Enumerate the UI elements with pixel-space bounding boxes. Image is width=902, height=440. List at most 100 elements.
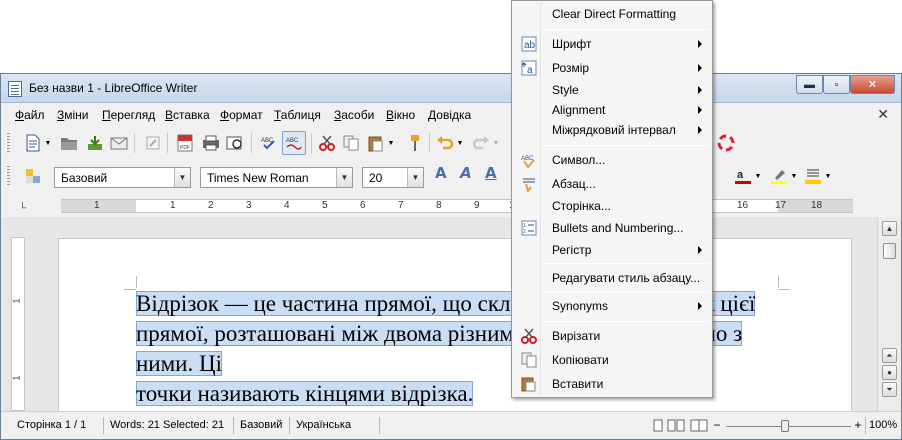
- scrollbar-thumb[interactable]: [883, 243, 896, 259]
- background-color-dropdown-icon[interactable]: ▼: [823, 166, 833, 186]
- highlighting-icon[interactable]: [769, 166, 789, 186]
- document-page[interactable]: Відрізок — це частина прямої, що складає…: [59, 239, 851, 419]
- scroll-up-icon[interactable]: ▲: [882, 221, 897, 236]
- next-page-icon[interactable]: ⏷: [882, 382, 897, 397]
- italic-icon[interactable]: A: [460, 164, 472, 182]
- redo-dropdown-icon[interactable]: ▼: [491, 133, 501, 153]
- help-lifebuoy-icon[interactable]: [716, 133, 736, 153]
- maximize-button[interactable]: ▫: [823, 75, 850, 94]
- menu-item-character[interactable]: ABC Символ...: [514, 149, 710, 171]
- submenu-arrow-icon: [698, 106, 702, 114]
- horizontal-ruler: └ 1 1 2 3 4 5 6 7 8 9 10 11 12 13 14 15 …: [1, 195, 901, 217]
- multi-page-view-icon[interactable]: [666, 417, 686, 433]
- menu-item-clear-direct-formatting[interactable]: Clear Direct Formatting: [514, 3, 710, 25]
- menu-insert[interactable]: Вставка: [165, 108, 210, 122]
- copy-icon[interactable]: [341, 133, 361, 153]
- page-style[interactable]: Базовий: [234, 417, 290, 434]
- menu-table[interactable]: Таблиця: [274, 108, 321, 122]
- styles-icon[interactable]: [23, 166, 43, 186]
- save-icon[interactable]: [85, 133, 105, 153]
- toolbar-grip[interactable]: [7, 133, 10, 153]
- menu-item-case[interactable]: Регістр: [514, 239, 710, 261]
- selected-line[interactable]: точки називають кінцями відрізка.: [136, 381, 474, 406]
- menu-item-paste[interactable]: Вставити: [514, 373, 710, 395]
- menu-file[interactable]: Файл: [15, 108, 45, 122]
- zoom-in-icon[interactable]: +: [852, 417, 864, 433]
- toolbar-grip[interactable]: [7, 166, 10, 186]
- redo-icon[interactable]: [471, 133, 491, 153]
- chevron-down-icon[interactable]: ▼: [407, 168, 423, 187]
- undo-dropdown-icon[interactable]: ▼: [455, 133, 465, 153]
- zoom-level[interactable]: 100%: [865, 417, 901, 434]
- print-preview-icon[interactable]: [225, 133, 245, 153]
- menu-edit[interactable]: Зміни: [57, 108, 89, 122]
- background-color-icon[interactable]: [803, 166, 823, 186]
- paragraph-style-combo[interactable]: Базовий ▼: [54, 167, 191, 188]
- page-count[interactable]: Сторінка 1 / 1: [11, 417, 104, 434]
- paragraph-icon: [521, 176, 537, 192]
- autospellcheck-icon[interactable]: ABC: [282, 131, 306, 155]
- menu-item-page[interactable]: Сторінка...: [514, 195, 710, 217]
- clone-formatting-icon[interactable]: [405, 133, 425, 153]
- font-size-combo[interactable]: 20 ▼: [362, 167, 424, 188]
- zoom-out-icon[interactable]: −: [711, 417, 723, 433]
- menu-help[interactable]: Довідка: [428, 108, 471, 122]
- paste-dropdown-icon[interactable]: ▼: [386, 133, 396, 153]
- vertical-ruler[interactable]: 1 1 2: [11, 237, 25, 419]
- tab-type-icon[interactable]: └: [19, 203, 26, 214]
- menu-item-style[interactable]: Style: [514, 79, 710, 101]
- edit-mode-icon[interactable]: [143, 133, 163, 153]
- font-color-icon[interactable]: a: [733, 166, 753, 186]
- single-page-view-icon[interactable]: [651, 417, 665, 433]
- language[interactable]: Українська: [290, 417, 380, 434]
- bold-icon[interactable]: A: [435, 164, 447, 182]
- spelling-icon[interactable]: ABC: [259, 133, 279, 153]
- title-bar[interactable]: Без назви 1 - LibreOffice Writer ▬ ▫ ✕: [1, 74, 901, 103]
- menu-item-paragraph[interactable]: Абзац...: [514, 173, 710, 195]
- export-pdf-icon[interactable]: PDF: [175, 133, 195, 153]
- cut-icon[interactable]: [317, 133, 337, 153]
- chevron-down-icon[interactable]: ▼: [174, 168, 190, 187]
- navigation-icon[interactable]: ●: [882, 365, 897, 380]
- menu-bar: Файл Зміни Перегляд Вставка Формат Табли…: [1, 103, 901, 127]
- new-document-icon[interactable]: [23, 133, 43, 153]
- menu-format[interactable]: Формат: [220, 108, 263, 122]
- font-name-combo[interactable]: Times New Roman ▼: [200, 167, 353, 188]
- paste-icon[interactable]: [365, 133, 385, 153]
- print-icon[interactable]: [201, 133, 221, 153]
- font-color-dropdown-icon[interactable]: ▼: [753, 166, 763, 186]
- menu-item-size[interactable]: a Розмір: [514, 57, 710, 79]
- menu-tools[interactable]: Засоби: [334, 108, 374, 122]
- new-dropdown-icon[interactable]: ▼: [43, 133, 53, 153]
- vertical-scrollbar[interactable]: ▲ ⏶ ● ⏷: [877, 217, 901, 411]
- toolbar-separator: [311, 133, 312, 153]
- chevron-down-icon[interactable]: ▼: [336, 168, 352, 187]
- email-icon[interactable]: [109, 133, 129, 153]
- menu-item-bullets-numbering[interactable]: 1. 2. Bullets and Numbering...: [514, 217, 710, 239]
- paragraph-style-value: Базовий: [61, 171, 108, 185]
- minimize-button[interactable]: ▬: [796, 75, 823, 94]
- close-document-icon[interactable]: ✕: [877, 106, 889, 123]
- zoom-slider-thumb[interactable]: [781, 420, 789, 432]
- menu-item-copy[interactable]: Копіювати: [514, 349, 710, 371]
- document-area[interactable]: 1 1 2 Відрізок — це частина прямої, що с…: [1, 217, 877, 419]
- undo-icon[interactable]: [435, 133, 455, 153]
- menu-view[interactable]: Перегляд: [102, 108, 155, 122]
- svg-text:PDF: PDF: [180, 145, 190, 151]
- book-view-icon[interactable]: [689, 417, 709, 433]
- previous-page-icon[interactable]: ⏶: [882, 348, 897, 363]
- highlighting-dropdown-icon[interactable]: ▼: [789, 166, 799, 186]
- menu-item-edit-paragraph-style[interactable]: Редагувати стиль абзацу...: [514, 267, 710, 289]
- menu-item-line-spacing[interactable]: Міжрядковий інтервал: [514, 119, 710, 141]
- menu-item-font[interactable]: ab Шрифт: [514, 33, 710, 55]
- ruler-bar[interactable]: 1 1 2 3 4 5 6 7 8 9 10 11 12 13 14 15 16…: [61, 199, 853, 213]
- open-icon[interactable]: [59, 133, 79, 153]
- menu-item-alignment[interactable]: Alignment: [514, 99, 710, 121]
- close-window-button[interactable]: ✕: [850, 75, 895, 94]
- underline-icon[interactable]: A: [485, 164, 497, 182]
- word-count[interactable]: Words: 21 Selected: 21: [104, 417, 234, 434]
- menu-item-cut[interactable]: Вирізати: [514, 325, 710, 347]
- menu-item-synonyms[interactable]: Synonyms: [514, 295, 710, 317]
- status-bar: Сторінка 1 / 1 Words: 21 Selected: 21 Ба…: [1, 411, 901, 439]
- menu-window[interactable]: Вікно: [386, 108, 415, 122]
